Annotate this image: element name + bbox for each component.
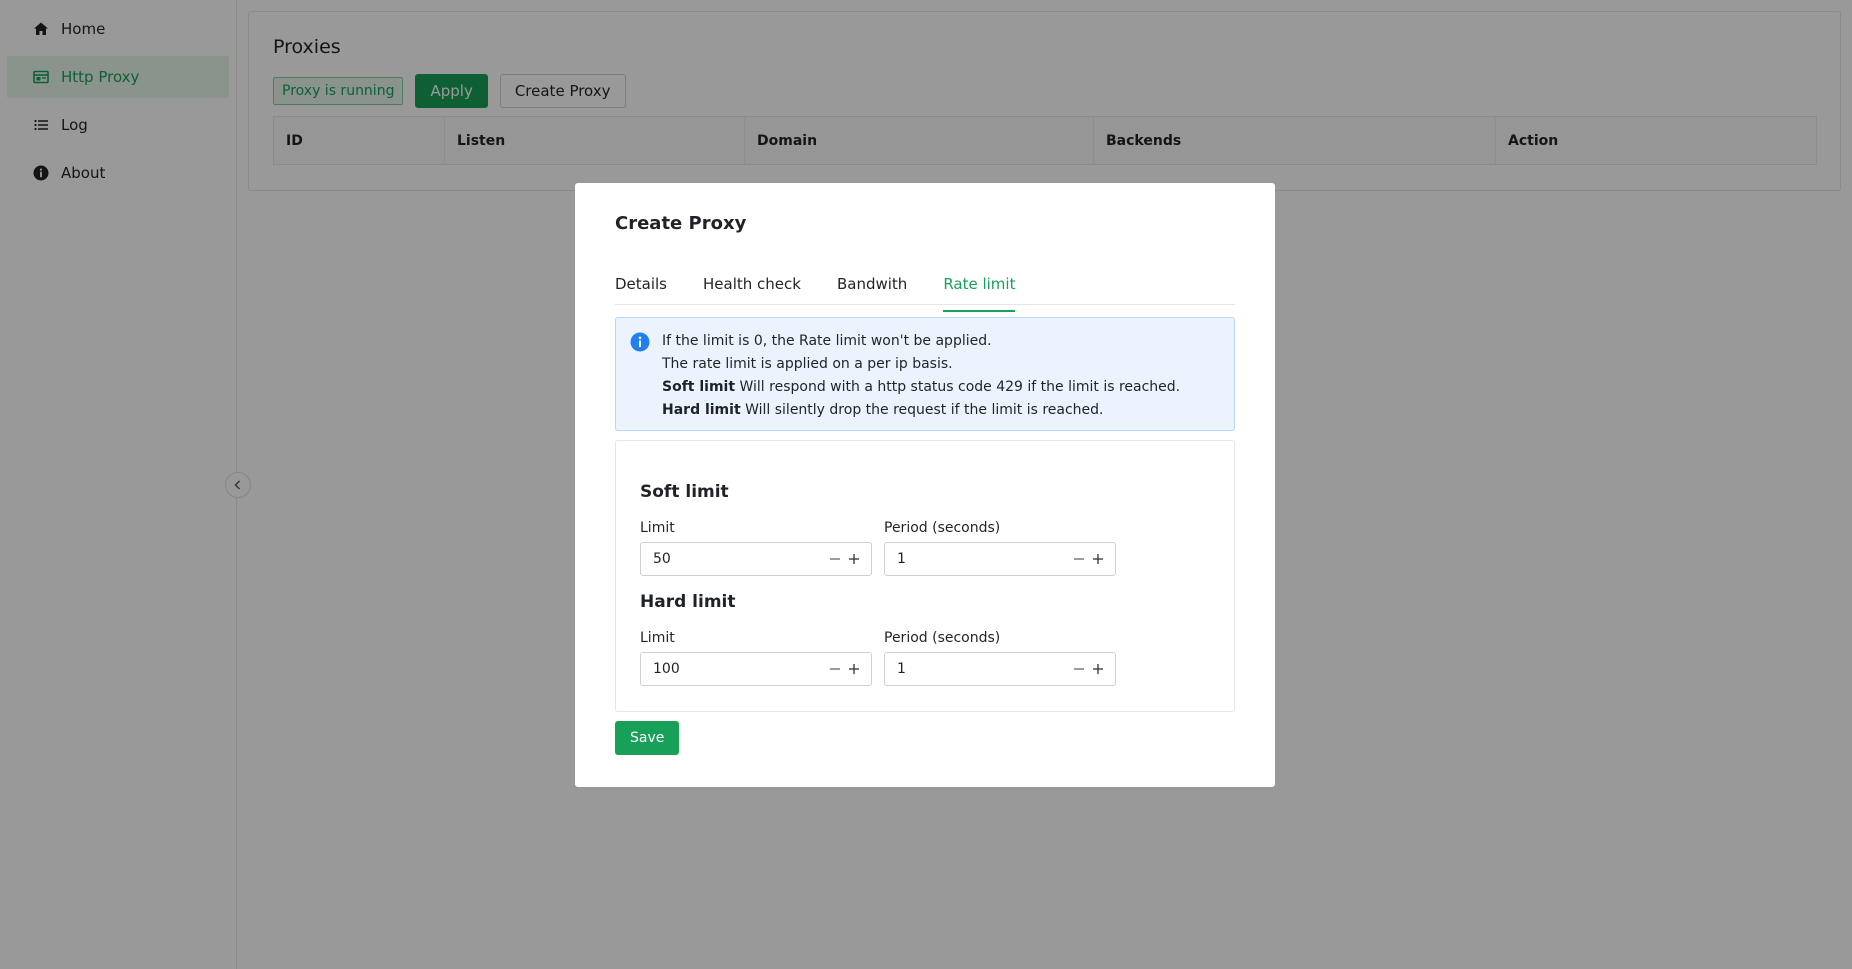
tab-rate-limit[interactable]: Rate limit [943,275,1016,312]
app-root: Home Http Proxy Log About Proxies Proxy … [0,0,1852,969]
minus-icon[interactable] [1070,550,1088,568]
hard-limit-field: Limit [640,630,872,686]
tab-bandwith[interactable]: Bandwith [837,275,907,312]
plus-icon[interactable] [1089,660,1107,678]
alert-soft-limit-term: Soft limit [662,379,736,395]
minus-icon[interactable] [826,550,844,568]
hard-period-label: Period (seconds) [884,630,1001,646]
soft-period-label: Period (seconds) [884,520,1001,536]
soft-limit-field: Limit [640,520,872,576]
alert-soft-limit-desc: Will respond with a http status code 429… [735,379,1181,395]
alert-line-4: Hard limit Will silently drop the reques… [662,399,1180,422]
hard-period-field: Period (seconds) [884,630,1116,686]
tab-health-check[interactable]: Health check [703,275,801,312]
soft-limit-title: Soft limit [640,482,729,502]
hard-limit-input[interactable] [651,660,825,678]
save-button[interactable]: Save [615,721,680,755]
plus-icon[interactable] [845,550,863,568]
alert-line-3: Soft limit Will respond with a http stat… [662,376,1180,399]
hard-limit-label: Limit [640,630,675,646]
hard-period-input[interactable] [895,660,1069,678]
create-proxy-modal: Create Proxy Details Health check Bandwi… [575,183,1275,787]
alert-line-1: If the limit is 0, the Rate limit won't … [662,333,992,349]
alert-line-2: The rate limit is applied on a per ip ba… [662,356,953,372]
info-alert: If the limit is 0, the Rate limit won't … [615,317,1235,431]
soft-limit-row: Limit Period (seconds) [640,520,1210,576]
soft-limit-stepper [640,542,872,576]
tab-details[interactable]: Details [615,275,667,312]
soft-period-stepper [884,542,1116,576]
alert-text: If the limit is 0, the Rate limit won't … [662,330,1180,418]
modal-title: Create Proxy [615,213,747,234]
info-circle-icon [630,332,650,352]
soft-period-input[interactable] [895,550,1069,568]
plus-icon[interactable] [1089,550,1107,568]
rate-limit-form: Soft limit Limit Period (seconds) [615,440,1235,712]
hard-limit-title: Hard limit [640,592,736,612]
soft-limit-label: Limit [640,520,675,536]
soft-period-field: Period (seconds) [884,520,1116,576]
minus-icon[interactable] [1070,660,1088,678]
hard-limit-row: Limit Period (seconds) [640,630,1210,686]
minus-icon[interactable] [826,660,844,678]
hard-period-stepper [884,652,1116,686]
modal-tabs: Details Health check Bandwith Rate limit [615,267,1235,312]
hard-limit-stepper [640,652,872,686]
plus-icon[interactable] [845,660,863,678]
alert-hard-limit-desc: Will silently drop the request if the li… [740,402,1104,418]
alert-hard-limit-term: Hard limit [662,402,741,418]
soft-limit-input[interactable] [651,550,825,568]
